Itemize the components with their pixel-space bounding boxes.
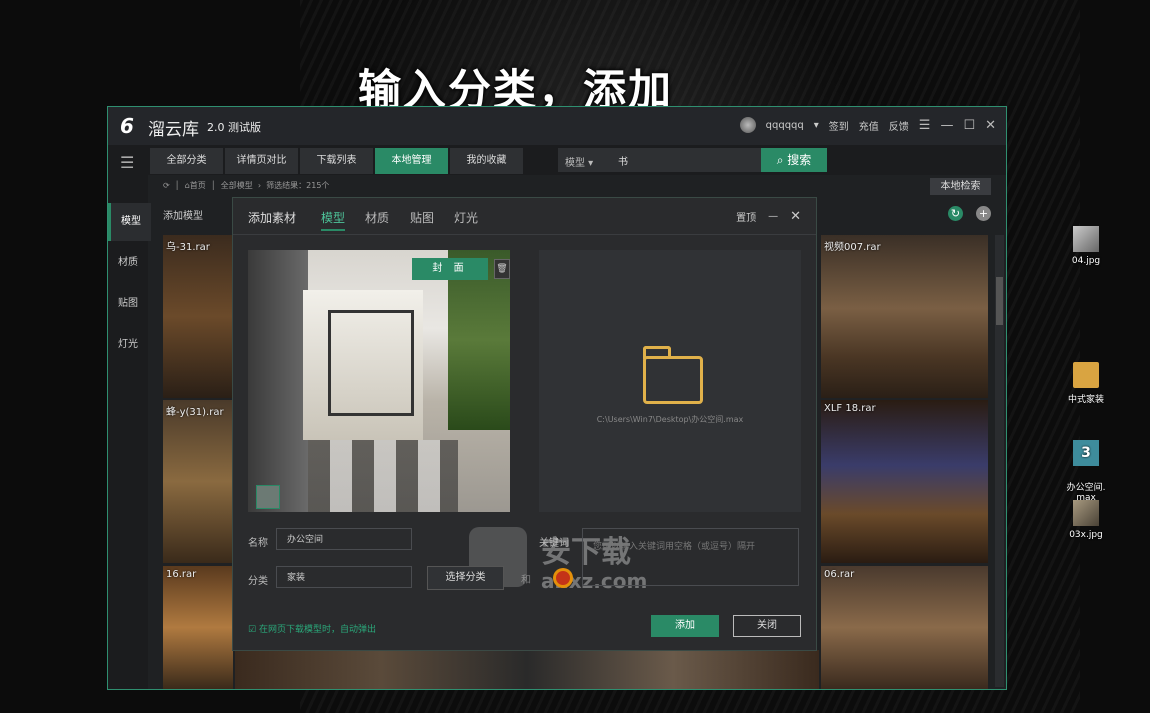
add-icon[interactable]: + [976, 206, 991, 221]
tab-local-manage[interactable]: 本地管理 [375, 148, 448, 174]
dialog-tab-light[interactable]: 灯光 [454, 209, 478, 226]
keyword-label: 关键词 [539, 538, 569, 549]
feedback-link[interactable]: 反馈 [889, 118, 909, 133]
folder-icon [643, 346, 703, 404]
minimize-icon[interactable]: — [768, 211, 778, 222]
search-type-select[interactable]: 模型 ▾ [565, 154, 593, 169]
breadcrumb: ⟳ │ ⌂首页 │ 全部模型 › 筛选结果：215个 [163, 181, 330, 190]
name-field[interactable]: 办公空间 [276, 528, 412, 550]
delete-icon[interactable]: 🗑 [494, 259, 510, 279]
model-preview-image: 封 面 🗑 [248, 250, 510, 512]
sidebar-item-light[interactable]: 灯光 [108, 326, 148, 364]
mouse-cursor-highlight [553, 568, 573, 588]
3dsmax-file-icon: 3 [1073, 440, 1099, 466]
desktop-icon-04jpg[interactable]: 04.jpg [1056, 226, 1116, 266]
green-status-icon[interactable]: ↻ [948, 206, 963, 221]
dialog-header: 添加素材 模型 材质 贴图 灯光 置顶 — ✕ [233, 198, 816, 235]
dialog-title: 添加素材 [248, 211, 297, 225]
collapse-menu-icon[interactable]: ☰ [120, 153, 134, 172]
file-drop-area[interactable]: C:\Users\Win7\Desktop\办公空间.max [539, 250, 801, 512]
category-label: 分类 [248, 576, 268, 587]
thumbnail-strip[interactable] [235, 650, 819, 689]
search-input[interactable]: 模型 ▾ 书 [558, 148, 761, 172]
minimize-icon[interactable]: — [940, 118, 953, 133]
thumbnail-card[interactable]: 乌-31.rar [163, 235, 233, 398]
image-file-icon [1073, 500, 1099, 526]
tab-all-categories[interactable]: 全部分类 [150, 148, 223, 174]
tab-detail-compare[interactable]: 详情页对比 [225, 148, 298, 174]
menu-icon[interactable]: ☰ [919, 118, 931, 133]
thumbnail-card[interactable]: 06.rar [821, 566, 988, 689]
refresh-icon[interactable]: ⟳ [163, 181, 170, 190]
sidebar: 模型 材质 贴图 灯光 [108, 175, 151, 689]
local-search-button[interactable]: 本地检索 [930, 178, 991, 195]
add-button[interactable]: 添加 [651, 615, 719, 637]
scrollbar-thumb[interactable] [996, 277, 1003, 325]
preview-thumbnail[interactable] [256, 485, 280, 509]
keyword-field[interactable]: 您可以输入关键词用空格（或逗号）隔开 [582, 528, 799, 586]
avatar[interactable] [739, 117, 756, 133]
sidebar-item-model[interactable]: 模型 [108, 203, 151, 241]
logo-icon: 6 [120, 114, 134, 138]
recharge-link[interactable]: 充值 [859, 118, 879, 133]
close-icon[interactable]: ✕ [985, 118, 996, 133]
desktop-icon-folder[interactable]: 中式家装 [1056, 362, 1116, 405]
dialog-tab-material[interactable]: 材质 [365, 209, 389, 226]
folder-icon [1073, 362, 1099, 388]
auto-popup-checkbox[interactable]: ☑ 在网页下载模型时，自动弹出 [248, 622, 376, 635]
chevron-down-icon[interactable]: ▾ [814, 120, 819, 131]
search-icon: ⌕ [776, 153, 784, 167]
category-field[interactable]: 家装 [276, 566, 412, 588]
close-button[interactable]: 关闭 [733, 615, 801, 637]
tab-download-list[interactable]: 下载列表 [300, 148, 373, 174]
sidebar-item-material[interactable]: 材质 [108, 244, 148, 282]
add-material-dialog: 添加素材 模型 材质 贴图 灯光 置顶 — ✕ 封 面 🗑 C:\Users\W… [232, 197, 817, 651]
app-version: 2.0 测试版 [207, 121, 261, 134]
nav-bar: ☰ 全部分类 详情页对比 下载列表 本地管理 我的收藏 模型 ▾ 书 ⌕ 搜索 [108, 145, 1006, 175]
scrollbar[interactable] [995, 235, 1004, 687]
cover-button[interactable]: 封 面 [412, 258, 488, 280]
search-text: 书 [618, 157, 628, 168]
pin-button[interactable]: 置顶 [736, 209, 756, 224]
username[interactable]: qqqqqq [766, 120, 804, 131]
tab-favorites[interactable]: 我的收藏 [450, 148, 523, 174]
app-name: 溜云库 [148, 120, 199, 140]
name-label: 名称 [248, 538, 268, 549]
desktop-icon-03xjpg[interactable]: 03x.jpg [1056, 500, 1116, 540]
dialog-tab-model[interactable]: 模型 [321, 209, 346, 231]
sidebar-item-texture[interactable]: 贴图 [108, 285, 148, 323]
select-category-button[interactable]: 选择分类 [427, 566, 504, 590]
search-button[interactable]: ⌕ 搜索 [761, 148, 827, 172]
dialog-tab-texture[interactable]: 贴图 [410, 209, 434, 226]
thumbnail-card[interactable]: 16.rar [163, 566, 233, 689]
close-icon[interactable]: ✕ [790, 209, 801, 224]
thumbnail-card[interactable]: XLF 18.rar [821, 400, 988, 563]
maximize-icon[interactable]: ☐ [963, 118, 975, 133]
thumbnail-card[interactable]: 蜂-y(31).rar [163, 400, 233, 563]
file-path: C:\Users\Win7\Desktop\办公空间.max [596, 415, 744, 424]
checkin-link[interactable]: 签到 [829, 118, 849, 133]
title-bar: 6 溜云库 2.0 测试版 qqqqqq ▾ 签到 充值 反馈 ☰ — ☐ ✕ [108, 107, 1006, 145]
image-file-icon [1073, 226, 1099, 252]
thumbnail-card[interactable]: 视频007.rar [821, 235, 988, 398]
add-model-label[interactable]: 添加模型 [163, 207, 203, 222]
